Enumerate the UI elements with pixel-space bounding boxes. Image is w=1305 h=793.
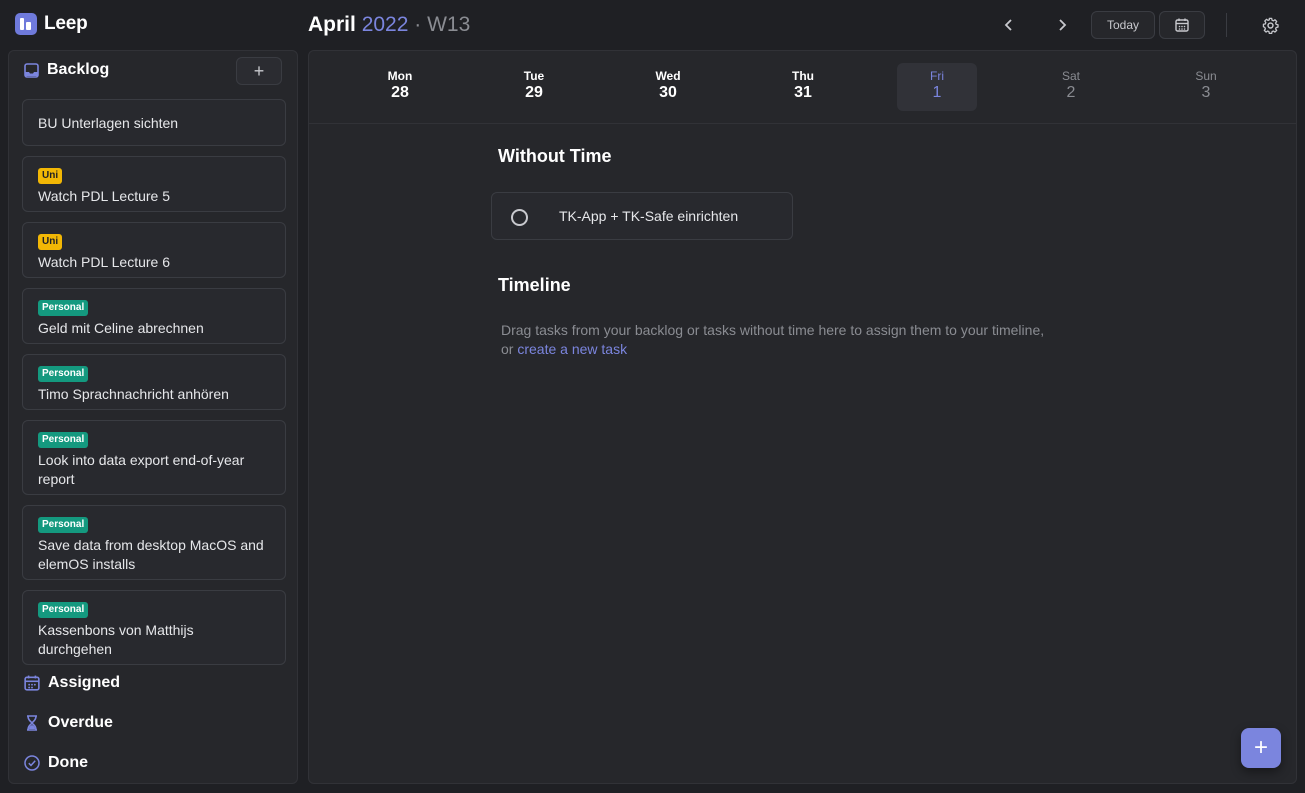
task-tag-personal: Personal	[38, 366, 89, 382]
app-logo: Leep	[15, 13, 88, 35]
timeline-heading: Timeline	[498, 275, 571, 295]
day-name: Fri	[930, 69, 944, 83]
day-name: Mon	[387, 69, 413, 83]
backlog-task-card[interactable]: Personal Kassenbons von Matthijs durchge…	[22, 590, 286, 665]
title-separator: ·	[408, 13, 428, 36]
day-date: 31	[794, 84, 812, 101]
timeline-empty-hint: Drag tasks from your backlog or tasks wi…	[501, 321, 1061, 359]
task-title: Geld mit Celine abrechnen	[38, 320, 204, 336]
top-bar: Leep April 2022 · W13 Today	[0, 0, 1305, 50]
task-complete-checkbox[interactable]	[511, 209, 528, 226]
task-title: TK-App + TK-Safe einrichten	[559, 208, 739, 224]
day-selector-thu[interactable]: Thu 31	[763, 63, 843, 111]
task-tag-uni: Uni	[38, 168, 63, 184]
backlog-task-card[interactable]: Personal Look into data export end-of-ye…	[22, 420, 286, 495]
day-date: 3	[1201, 84, 1211, 101]
backlog-header: Backlog	[24, 61, 109, 79]
calendar-icon	[1175, 18, 1189, 32]
task-title: Look into data export end-of-year report	[38, 452, 245, 487]
page-title: April 2022 · W13	[308, 13, 470, 37]
title-month: April	[308, 13, 356, 36]
title-year: 2022	[361, 13, 409, 36]
task-title: Kassenbons von Matthijs durchgehen	[38, 622, 194, 657]
day-selector-wed[interactable]: Wed 30	[628, 63, 708, 111]
sidebar-item-assigned[interactable]: Assigned	[24, 674, 284, 692]
day-date: 29	[525, 84, 543, 101]
date-picker-button[interactable]	[1159, 11, 1205, 39]
day-selector-fri[interactable]: Fri 1	[897, 63, 977, 111]
sidebar-item-label: Done	[48, 754, 88, 771]
day-view-panel: Mon 28 Tue 29 Wed 30 Thu 31 Fri 1 Sat 2 …	[308, 50, 1297, 784]
backlog-title: Backlog	[47, 61, 110, 78]
check-circle-icon	[24, 755, 40, 771]
backlog-task-card[interactable]: BU Unterlagen sichten	[22, 99, 286, 146]
calendar-icon	[24, 675, 40, 691]
task-tag-personal: Personal	[38, 432, 89, 448]
task-tag-uni: Uni	[38, 234, 63, 250]
next-week-button[interactable]	[1049, 12, 1075, 38]
task-title: Timo Sprachnachricht anhören	[38, 386, 229, 402]
without-time-task-card[interactable]: TK-App + TK-Safe einrichten	[491, 192, 793, 240]
gear-icon	[1262, 17, 1279, 34]
backlog-task-list: BU Unterlagen sichten Uni Watch PDL Lect…	[22, 99, 286, 675]
day-date: 1	[932, 84, 942, 101]
task-title: BU Unterlagen sichten	[38, 115, 179, 131]
today-button[interactable]: Today	[1091, 11, 1155, 39]
day-date: 2	[1066, 84, 1076, 101]
sidebar-item-overdue[interactable]: Overdue	[24, 714, 284, 732]
task-title: Watch PDL Lecture 5	[38, 188, 171, 204]
sidebar-item-label: Assigned	[48, 674, 121, 691]
backlog-sidebar: Backlog + BU Unterlagen sichten Uni Watc…	[8, 50, 298, 784]
backlog-task-card[interactable]: Uni Watch PDL Lecture 6	[22, 222, 286, 278]
day-selector-sun[interactable]: Sun 3	[1166, 63, 1246, 111]
toolbar-divider	[1226, 13, 1227, 37]
app-name: Leep	[44, 13, 88, 34]
task-title: Save data from desktop MacOS and elemOS …	[38, 537, 264, 572]
task-tag-personal: Personal	[38, 300, 89, 316]
leep-logo-icon	[15, 13, 37, 35]
inbox-icon	[24, 62, 39, 78]
day-name: Wed	[655, 69, 681, 83]
day-name: Tue	[523, 69, 545, 83]
chevron-right-icon	[1059, 19, 1067, 31]
create-task-link[interactable]: create a new task	[517, 341, 627, 357]
hint-or: or	[501, 341, 518, 357]
day-name: Sat	[1061, 69, 1080, 83]
task-title: Watch PDL Lecture 6	[38, 254, 171, 270]
backlog-task-card[interactable]: Personal Timo Sprachnachricht anhören	[22, 354, 286, 410]
chevron-left-icon	[1004, 19, 1012, 31]
add-task-fab-button[interactable]: +	[1241, 728, 1281, 768]
day-date: 30	[659, 84, 677, 101]
backlog-task-card[interactable]: Personal Save data from desktop MacOS an…	[22, 505, 286, 580]
title-week: W13	[427, 13, 471, 36]
task-tag-personal: Personal	[38, 602, 89, 618]
backlog-task-card[interactable]: Personal Geld mit Celine abrechnen	[22, 288, 286, 344]
day-name: Sun	[1195, 69, 1217, 83]
week-day-strip: Mon 28 Tue 29 Wed 30 Thu 31 Fri 1 Sat 2 …	[309, 51, 1296, 124]
add-backlog-task-button[interactable]: +	[236, 57, 282, 85]
day-selector-tue[interactable]: Tue 29	[494, 63, 574, 111]
hint-text: Drag tasks from your backlog or tasks wi…	[501, 322, 1045, 338]
previous-week-button[interactable]	[996, 12, 1022, 38]
hourglass-icon	[27, 715, 37, 731]
day-name: Thu	[792, 69, 814, 83]
backlog-task-card[interactable]: Uni Watch PDL Lecture 5	[22, 156, 286, 212]
sidebar-item-label: Overdue	[48, 714, 113, 731]
task-tag-personal: Personal	[38, 517, 89, 533]
day-selector-mon[interactable]: Mon 28	[360, 63, 440, 111]
day-date: 28	[391, 84, 409, 101]
day-selector-sat[interactable]: Sat 2	[1031, 63, 1111, 111]
without-time-heading: Without Time	[498, 146, 612, 166]
sidebar-item-done[interactable]: Done	[24, 754, 284, 772]
settings-button[interactable]	[1258, 13, 1282, 37]
